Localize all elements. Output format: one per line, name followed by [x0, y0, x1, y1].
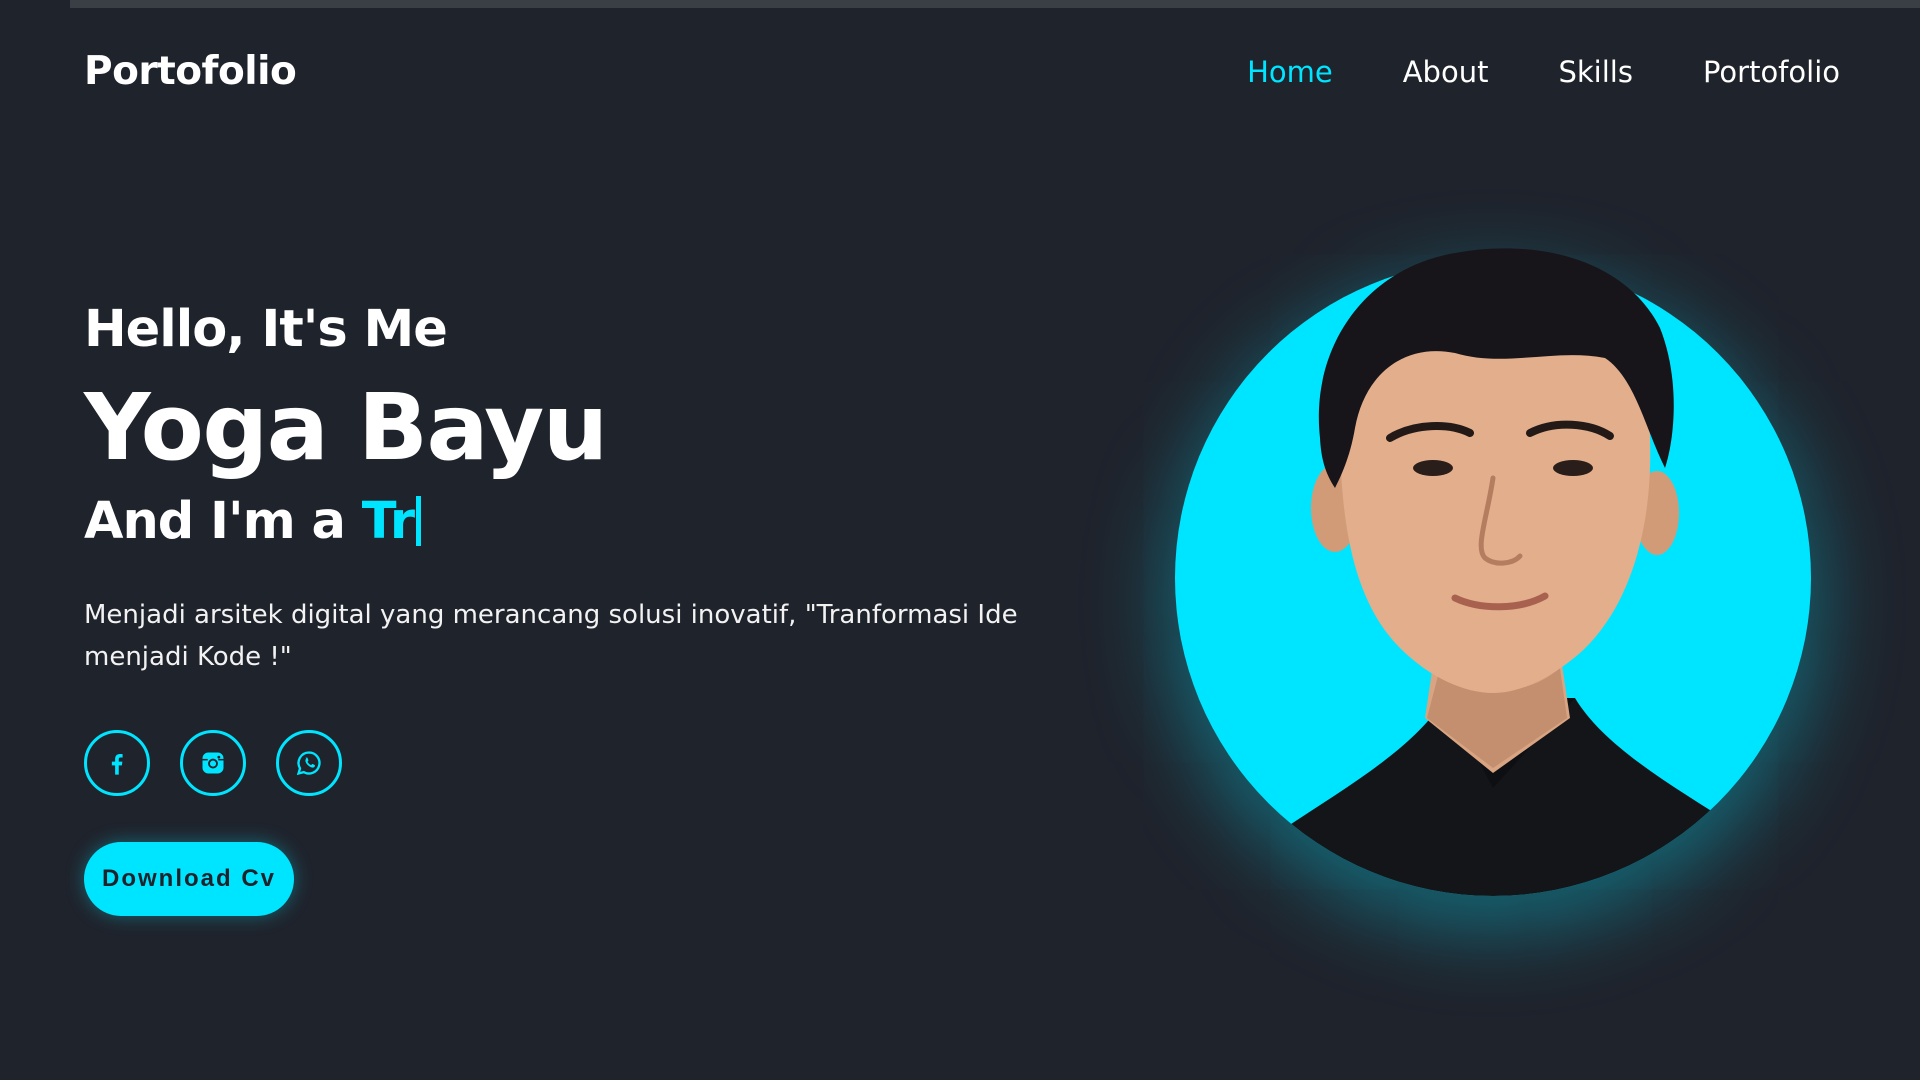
site-logo[interactable]: Portofolio — [84, 49, 297, 94]
hero-description: Menjadi arsitek digital yang merancang s… — [84, 600, 1018, 672]
hero-greeting: Hello, It's Me — [84, 300, 448, 359]
nav-portofolio[interactable]: Portofolio — [1703, 55, 1840, 89]
whatsapp-link[interactable] — [276, 730, 342, 796]
instagram-icon — [202, 752, 224, 774]
typing-cursor — [416, 496, 422, 546]
facebook-link[interactable] — [84, 730, 150, 796]
site-header: Portofolio Home About Skills Portofolio — [0, 8, 1920, 138]
download-cv-button[interactable]: Download Cv — [84, 842, 295, 916]
facebook-icon — [111, 754, 123, 775]
browser-top-bar — [0, 0, 1920, 8]
profile-photo — [1175, 248, 1811, 896]
main-nav: Home About Skills Portofolio — [1177, 55, 1840, 89]
hero-name: Yoga Bayu — [84, 374, 608, 481]
whatsapp-icon — [296, 751, 321, 776]
role-typed-text: Tr — [361, 492, 415, 551]
role-prefix: And I'm a — [84, 492, 346, 551]
instagram-link[interactable] — [180, 730, 246, 796]
social-links — [84, 730, 1064, 796]
nav-home[interactable]: Home — [1247, 55, 1333, 89]
nav-about[interactable]: About — [1403, 55, 1489, 89]
nav-skills[interactable]: Skills — [1558, 55, 1632, 89]
hero-role: And I'm a Tr — [84, 492, 1064, 552]
portrait-illustration — [1265, 248, 1775, 896]
hero-section: Hello, It's Me Yoga Bayu And I'm a Tr Me… — [84, 300, 1064, 916]
